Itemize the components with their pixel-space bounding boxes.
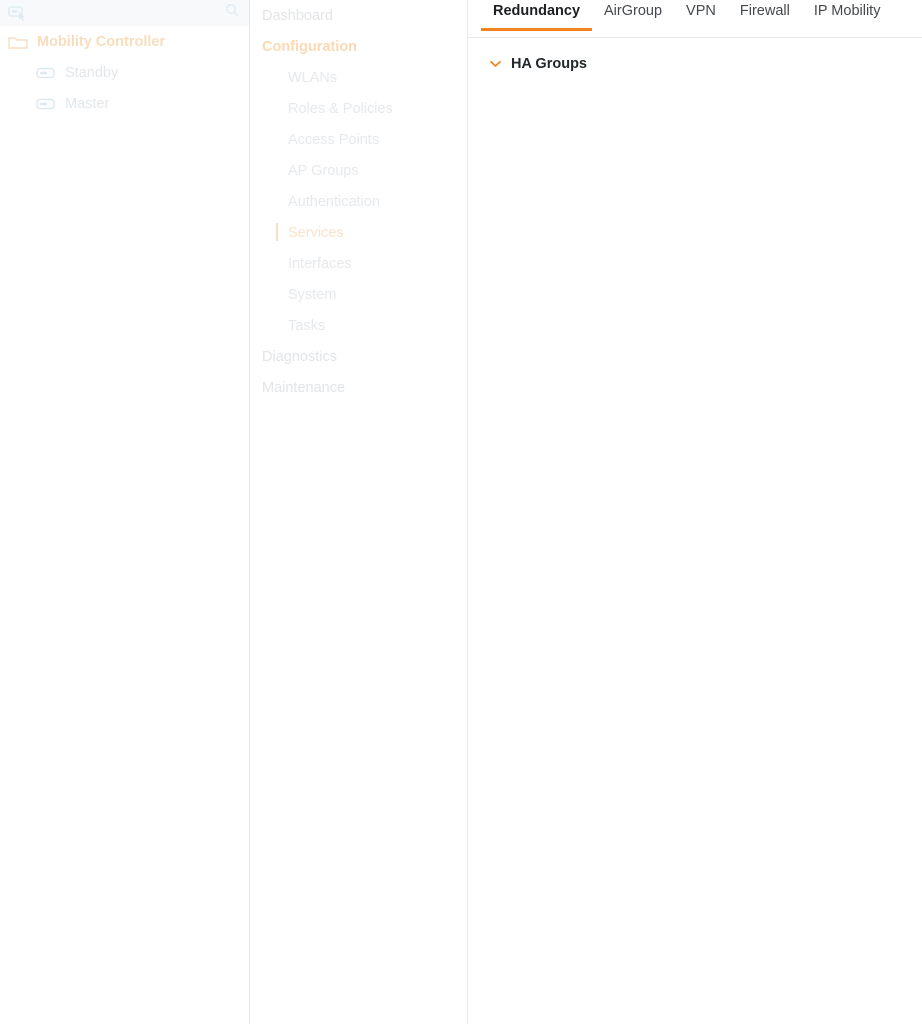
- main-content: Redundancy AirGroup VPN Firewall IP Mobi…: [468, 0, 922, 1024]
- tree-item-label: Standby: [65, 64, 119, 81]
- nav-item-label: Interfaces: [288, 255, 352, 272]
- nav-item-label: Diagnostics: [262, 348, 337, 365]
- nav-item-label: System: [288, 286, 337, 303]
- nav-item-access-points[interactable]: Access Points: [250, 124, 467, 155]
- nav-item-tasks[interactable]: Tasks: [250, 310, 467, 341]
- tab-ip-mobility[interactable]: IP Mobility: [802, 0, 893, 31]
- nav-item-ap-groups[interactable]: AP Groups: [250, 155, 467, 186]
- ha-groups-section-header[interactable]: HA Groups: [490, 56, 922, 72]
- nav-item-label: Dashboard: [262, 7, 333, 24]
- main-navigation: Dashboard Configuration WLANs Roles & Po…: [250, 0, 468, 1024]
- nav-item-label: Configuration: [262, 38, 358, 55]
- nav-item-interfaces[interactable]: Interfaces: [250, 248, 467, 279]
- tab-redundancy[interactable]: Redundancy: [481, 0, 593, 31]
- tab-airgroup[interactable]: AirGroup: [592, 0, 674, 31]
- chevron-down-icon[interactable]: [490, 60, 501, 68]
- tab-firewall[interactable]: Firewall: [728, 0, 802, 31]
- search-icon[interactable]: [225, 3, 239, 22]
- tree-item-label: Master: [65, 95, 110, 112]
- tab-label: AirGroup: [604, 3, 663, 19]
- tab-label: VPN: [686, 3, 716, 19]
- section-title: HA Groups: [511, 56, 587, 72]
- nav-item-label: AP Groups: [288, 162, 359, 179]
- nav-item-label: Maintenance: [262, 379, 346, 396]
- tree-item-master[interactable]: Master: [0, 88, 249, 119]
- nav-item-diagnostics[interactable]: Diagnostics: [250, 341, 467, 372]
- tab-label: Redundancy: [493, 3, 581, 19]
- sidebar-search-bar[interactable]: [0, 0, 249, 26]
- controller-pointer-icon: [8, 5, 30, 21]
- tab-label: IP Mobility: [813, 3, 881, 19]
- tree-item-mobility-controller[interactable]: Mobility Controller: [0, 26, 249, 57]
- nav-item-services[interactable]: Services: [250, 217, 467, 248]
- app-root: Mobility Controller Standby Master Dashb…: [0, 0, 922, 1024]
- nav-item-label: Access Points: [288, 131, 380, 148]
- nav-item-authentication[interactable]: Authentication: [250, 186, 467, 217]
- nav-item-wlans[interactable]: WLANs: [250, 62, 467, 93]
- nav-item-roles-policies[interactable]: Roles & Policies: [250, 93, 467, 124]
- nav-item-dashboard[interactable]: Dashboard: [250, 0, 467, 31]
- nav-item-configuration[interactable]: Configuration: [250, 31, 467, 62]
- nav-item-maintenance[interactable]: Maintenance: [250, 372, 467, 403]
- controller-icon: [36, 97, 56, 111]
- nav-item-label: Authentication: [288, 193, 380, 210]
- folder-icon: [8, 35, 28, 49]
- nav-item-label: Roles & Policies: [288, 100, 393, 117]
- controller-icon: [36, 66, 56, 80]
- nav-item-label: Services: [288, 224, 344, 241]
- tree-item-standby[interactable]: Standby: [0, 57, 249, 88]
- device-tree-sidebar: Mobility Controller Standby Master: [0, 0, 250, 1024]
- tab-vpn[interactable]: VPN: [674, 0, 728, 31]
- nav-item-label: Tasks: [288, 317, 326, 334]
- tab-label: Firewall: [739, 3, 790, 19]
- tab-bar: Redundancy AirGroup VPN Firewall IP Mobi…: [468, 0, 922, 38]
- nav-item-label: WLANs: [288, 69, 338, 86]
- tree-item-label: Mobility Controller: [37, 33, 166, 50]
- nav-item-system[interactable]: System: [250, 279, 467, 310]
